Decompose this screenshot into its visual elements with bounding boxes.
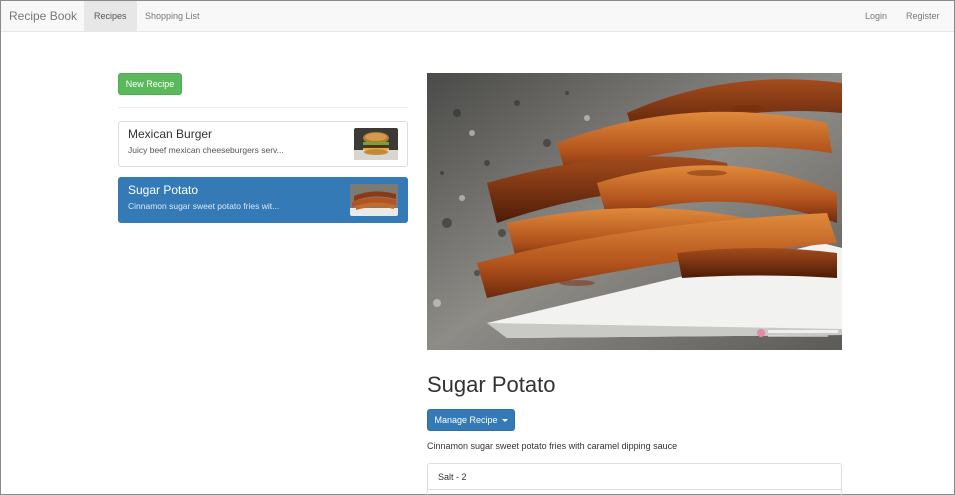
recipe-image xyxy=(427,73,842,350)
manage-recipe-label: Manage Recipe xyxy=(434,415,498,425)
manage-recipe-button[interactable]: Manage Recipe xyxy=(427,409,515,431)
recipe-title: Sugar Potato xyxy=(427,372,556,397)
login-link[interactable]: Login xyxy=(855,1,897,31)
divider xyxy=(118,107,408,108)
burger-thumbnail xyxy=(354,128,398,160)
recipe-name: Mexican Burger xyxy=(128,127,213,141)
recipe-description: Cinnamon sugar sweet potato fries wit... xyxy=(128,201,280,211)
recipe-description: Juicy beef mexican cheeseburgers serv... xyxy=(128,145,284,155)
caret-down-icon xyxy=(501,419,508,423)
ingredient-item[interactable]: Salt - 2 xyxy=(428,464,841,490)
navbar: Recipe Book Recipes Shopping List Login … xyxy=(1,1,954,32)
sweet-potato-thumbnail xyxy=(350,184,398,216)
recipe-list-item[interactable]: Mexican Burger Juicy beef mexican cheese… xyxy=(118,121,408,167)
ingredient-list: Salt - 2 xyxy=(427,463,842,495)
recipe-description-text: Cinnamon sugar sweet potato fries with c… xyxy=(427,441,678,451)
recipe-list-item[interactable]: Sugar Potato Cinnamon sugar sweet potato… xyxy=(118,177,408,223)
tab-shopping-list[interactable]: Shopping List xyxy=(135,1,210,31)
recipe-name: Sugar Potato xyxy=(128,183,199,197)
brand-link[interactable]: Recipe Book xyxy=(9,1,77,32)
register-link[interactable]: Register xyxy=(896,1,950,31)
new-recipe-button[interactable]: New Recipe xyxy=(118,73,182,95)
tab-recipes[interactable]: Recipes xyxy=(84,1,137,31)
